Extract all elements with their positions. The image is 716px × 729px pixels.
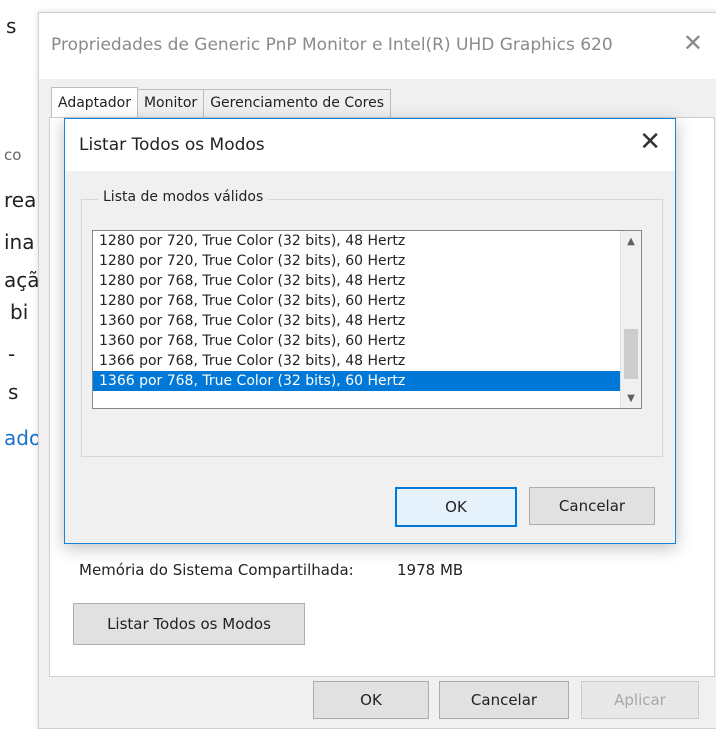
shared-memory-value: 1978 MB bbox=[397, 561, 464, 579]
close-icon[interactable]: ✕ bbox=[639, 129, 661, 155]
background-text-fragment: - bbox=[8, 342, 16, 366]
list-item[interactable]: 1366 por 768, True Color (32 bits), 60 H… bbox=[93, 371, 621, 391]
background-text-fragment: rea bbox=[4, 188, 37, 212]
list-item[interactable]: 1360 por 768, True Color (32 bits), 60 H… bbox=[93, 331, 621, 351]
list-item[interactable]: 1366 por 768, True Color (32 bits), 48 H… bbox=[93, 351, 621, 371]
background-text-fragment: bi bbox=[10, 300, 29, 324]
cancel-button[interactable]: Cancelar bbox=[439, 681, 569, 719]
tab-adaptador[interactable]: Adaptador bbox=[51, 87, 138, 117]
dialog-ok-button[interactable]: OK bbox=[395, 487, 517, 527]
list-item[interactable]: 1280 por 768, True Color (32 bits), 60 H… bbox=[93, 291, 621, 311]
background-text-fragment: s bbox=[8, 380, 19, 404]
background-text-fragment: s bbox=[6, 14, 17, 38]
shared-memory-label: Memória do Sistema Compartilhada: bbox=[79, 561, 354, 579]
mode-list: 1280 por 720, True Color (32 bits), 48 H… bbox=[93, 231, 621, 391]
close-icon[interactable]: ✕ bbox=[683, 31, 703, 55]
background-link-fragment[interactable]: ado bbox=[4, 426, 41, 450]
scroll-thumb[interactable] bbox=[624, 329, 638, 379]
list-all-modes-dialog: Listar Todos os Modos ✕ Lista de modos v… bbox=[64, 118, 676, 544]
ok-button[interactable]: OK bbox=[313, 681, 429, 719]
background-text-fragment: açã bbox=[4, 268, 40, 292]
dialog-cancel-button[interactable]: Cancelar bbox=[529, 487, 655, 525]
background-text-fragment: co bbox=[4, 146, 22, 164]
list-item[interactable]: 1280 por 720, True Color (32 bits), 60 H… bbox=[93, 251, 621, 271]
background-text-fragment: ina bbox=[4, 230, 35, 254]
list-item[interactable]: 1360 por 768, True Color (32 bits), 48 H… bbox=[93, 311, 621, 331]
valid-modes-groupbox: Lista de modos válidos 1280 por 720, Tru… bbox=[81, 189, 663, 457]
tab-gerenciamento-de-cores[interactable]: Gerenciamento de Cores bbox=[203, 89, 392, 117]
list-item[interactable]: 1280 por 720, True Color (32 bits), 48 H… bbox=[93, 231, 621, 251]
properties-window-title: Propriedades de Generic PnP Monitor e In… bbox=[51, 35, 613, 55]
valid-modes-label: Lista de modos válidos bbox=[98, 189, 269, 205]
list-all-modes-button[interactable]: Listar Todos os Modos bbox=[73, 603, 305, 645]
scroll-up-icon[interactable]: ▲ bbox=[621, 231, 641, 251]
scroll-down-icon[interactable]: ▼ bbox=[621, 388, 641, 408]
tab-monitor[interactable]: Monitor bbox=[136, 89, 205, 117]
properties-titlebar[interactable]: Propriedades de Generic PnP Monitor e In… bbox=[39, 13, 716, 79]
properties-tabs: Adaptador Monitor Gerenciamento de Cores bbox=[51, 87, 392, 117]
valid-modes-listbox[interactable]: 1280 por 720, True Color (32 bits), 48 H… bbox=[92, 230, 642, 409]
dialog-title: Listar Todos os Modos bbox=[79, 135, 265, 155]
apply-button[interactable]: Aplicar bbox=[581, 681, 699, 719]
list-scrollbar[interactable]: ▲ ▼ bbox=[620, 231, 641, 408]
list-item[interactable]: 1280 por 768, True Color (32 bits), 48 H… bbox=[93, 271, 621, 291]
dialog-titlebar[interactable]: Listar Todos os Modos ✕ bbox=[65, 119, 675, 171]
